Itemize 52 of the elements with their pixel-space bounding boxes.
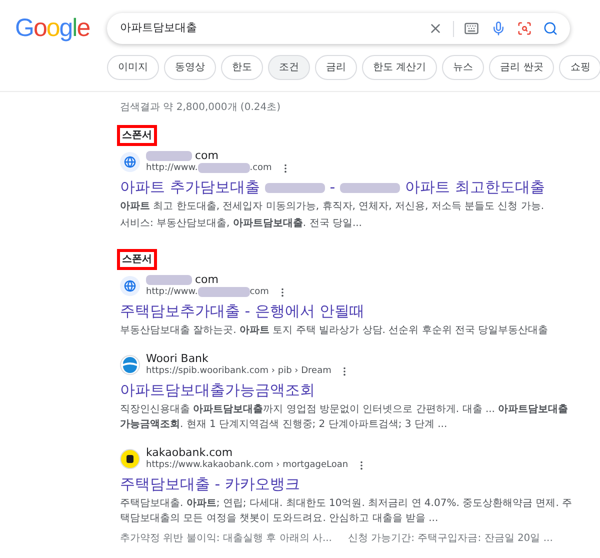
filter-chip[interactable]: 동영상 (164, 55, 216, 80)
google-logo[interactable]: Google (15, 16, 92, 41)
filter-chip[interactable]: 한도 (221, 55, 263, 80)
search-query: 아파트담보대출 (120, 20, 198, 36)
result-snippet: 주택담보대출. 아파트; 연립; 다세대. 최대한도 10억원. 최저금리 연 4.07%. 중도상환해약금 면제. 주택담보대출의 모든 여정을 챗봇이 도와드려요. 안심하고 대출을 받을 ... (119, 497, 574, 526)
site-url: https://www.kakaobank.com › mortgageLoan (146, 459, 348, 471)
filter-chip[interactable]: 이미지 (107, 55, 159, 80)
blurred-text (146, 274, 192, 284)
filter-chip[interactable]: 쇼핑 (559, 55, 600, 80)
result-snippet: 직장인신용대출 아파트담보대출까지 영업점 방문없이 인터넷으로 간편하게. 대출 ... 아파트담보대출가능금액조회. 현재 1 단계지역검색 진행중; 2 단계아파트검색; 3 단계 ... (119, 403, 570, 432)
result-stats: 검색결과 약 2,800,000개 (0.24초) (120, 101, 280, 115)
filter-chip[interactable]: 금리 싼곳 (489, 55, 554, 80)
result-snippet: 서비스: 부동산담보대출, 아파트담보대출. 전국 당일... (119, 217, 363, 231)
filter-chip[interactable]: 조건 (268, 55, 310, 80)
keyboard-icon[interactable] (464, 21, 479, 36)
site-name: Woori Bank (146, 352, 208, 365)
site-name: kakaobank.com (146, 446, 233, 459)
result-snippet: 아파트 최고 한도대출, 전세입자 미동의가능, 휴직자, 연체자, 저신용, 저소득 분들도 신청 가능. (119, 200, 546, 214)
blurred-text (264, 182, 325, 192)
blurred-text (198, 287, 250, 297)
search-icon[interactable] (543, 21, 558, 36)
result-title-link[interactable]: 주택담보추가대출 - 은행에서 안될때 (120, 302, 365, 321)
camera-search-icon[interactable] (517, 21, 532, 36)
result-title-link[interactable]: 아파트담보대출가능금액조회 (120, 381, 315, 400)
sponsor-label: 스폰서 (117, 125, 157, 146)
result-title-link[interactable]: - (330, 178, 336, 197)
site-url: .com (250, 162, 272, 174)
search-field[interactable]: 아파트담보대출 (107, 13, 570, 44)
site-url: http://www. (146, 286, 198, 298)
site-name: com (195, 149, 218, 162)
result-title-link[interactable]: 주택담보대출 - 카카오뱅크 (120, 475, 300, 494)
result-snippet: 부동산담보대출 잘하는곳. 아파트 토지 주택 빌라상가 상담. 선순위 후순위 전국 당일부동산대출 (119, 324, 550, 338)
result-title-link[interactable]: 아파트 추가담보대출 (120, 178, 260, 197)
blurred-text (340, 182, 400, 192)
filter-chip[interactable]: 금리 (315, 55, 357, 80)
globe-icon (120, 152, 140, 172)
filter-chip[interactable]: 뉴스 (442, 55, 484, 80)
globe-icon (120, 276, 140, 296)
result-title-link[interactable]: 아파트 최고한도대출 (405, 178, 545, 197)
blurred-text (198, 163, 250, 173)
filter-chip[interactable]: 한도 계산기 (362, 55, 438, 80)
sitelink[interactable]: 추가약정 위반 불이익: 대출실행 후 아래의 사... (120, 531, 332, 546)
site-url: https://spib.wooribank.com › pib › Dream (146, 365, 332, 377)
site-name: com (195, 273, 218, 286)
sitelink[interactable]: 신청 가능기간: 주택구입자금: 잔금일 20일 ... (348, 531, 553, 546)
microphone-icon[interactable] (491, 21, 506, 36)
site-url: com (250, 286, 269, 298)
site-url: http://www. (146, 162, 198, 174)
wave-logo-icon (120, 354, 140, 374)
clear-icon[interactable] (428, 21, 443, 36)
sponsor-label: 스폰서 (117, 249, 157, 270)
blurred-text (146, 150, 192, 160)
